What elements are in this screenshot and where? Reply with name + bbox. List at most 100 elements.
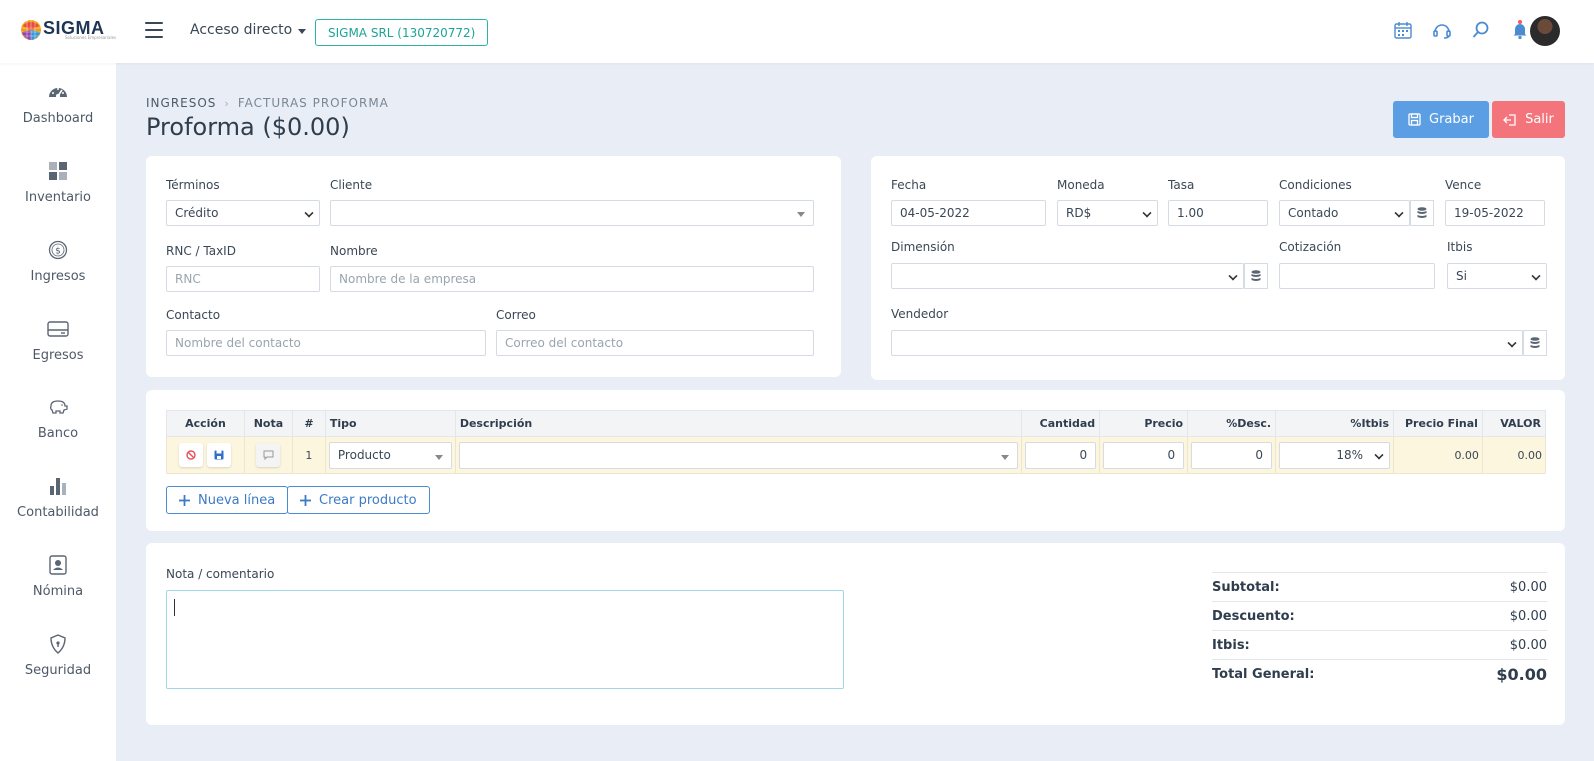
cantidad-input[interactable]: 0 [1025,441,1097,469]
contacto-input[interactable]: Nombre del contacto [166,330,486,356]
shield-icon [47,633,69,655]
moneda-select[interactable]: RD$ [1057,200,1158,226]
vendedor-select[interactable] [891,330,1523,356]
sidebar-item-contabilidad[interactable]: Contabilidad [0,475,116,520]
descuento-input[interactable]: 0 [1191,441,1273,469]
totals-panel: Subtotal: $0.00 Descuento: $0.00 Itbis: … [1212,572,1547,689]
id-badge-icon [47,554,69,576]
sidebar-item-label: Dashboard [22,111,94,126]
dimension-select[interactable] [891,263,1244,289]
table-header-row: Acción Nota # Tipo Descripción Cantidad … [166,410,1547,437]
sidebar-item-inventario[interactable]: Inventario [0,160,116,205]
descripcion-cell [454,436,1023,474]
sidebar: Dashboard Inventario $ Ingresos Egresos … [0,63,116,761]
column-header: VALOR [1481,410,1547,437]
exit-button[interactable]: Salir [1492,101,1565,138]
database-icon [1417,207,1427,218]
sidebar-item-seguridad[interactable]: Seguridad [0,633,116,678]
plus-icon [179,494,190,506]
cliente-select[interactable] [330,200,814,226]
chevron-down-icon [1507,338,1517,348]
calendar-icon[interactable] [1393,20,1413,40]
contacto-label: Contacto [166,308,221,322]
plus-icon [300,494,311,506]
condiciones-select[interactable]: Contado [1279,200,1410,226]
column-header: Acción [166,410,245,437]
column-header: Precio [1099,410,1189,437]
caret-down-icon [434,454,443,460]
headset-icon[interactable] [1432,20,1452,40]
note-textarea[interactable] [166,590,844,689]
new-line-button[interactable]: Nueva línea [166,486,289,514]
floppy-disk-icon [1408,113,1421,126]
action-cell [166,436,245,474]
itbis-cell: 18% [1275,436,1394,474]
delete-line-button[interactable] [179,443,204,467]
cantidad-cell: 0 [1021,436,1101,474]
line-note-button[interactable] [256,443,281,467]
total-row: Total General: $0.00 [1212,659,1547,689]
vence-input[interactable]: 19-05-2022 [1445,200,1545,226]
subtotal-row: Subtotal: $0.00 [1212,572,1547,601]
menu-toggle-icon[interactable] [145,22,163,38]
piggy-bank-icon [47,396,69,418]
correo-label: Correo [496,308,536,322]
sidebar-item-banco[interactable]: Banco [0,396,116,441]
save-line-button[interactable] [207,443,232,467]
itbis-select[interactable]: Si [1447,263,1547,289]
itbis-label: Itbis [1447,240,1473,254]
user-avatar[interactable] [1530,16,1560,46]
moneda-value: RD$ [1066,206,1092,220]
card-icon [47,318,69,340]
sign-out-icon [1503,113,1516,126]
terminos-label: Términos [166,178,220,192]
sidebar-item-label: Seguridad [24,663,92,678]
precio-input[interactable]: 0 [1103,441,1185,469]
rnc-label: RNC / TaxID [166,244,236,258]
sidebar-item-label: Egresos [32,348,84,363]
vendedor-database-button[interactable] [1523,330,1547,356]
itbis-line-select[interactable]: 18% [1279,441,1390,469]
logo[interactable]: SIGMA Soluciones Empresariales [20,14,116,44]
create-product-button[interactable]: Crear producto [287,486,430,514]
chevron-down-icon [1531,271,1541,281]
search-icon[interactable] [1471,20,1491,40]
sidebar-item-egresos[interactable]: Egresos [0,318,116,363]
terminos-select[interactable]: Crédito [166,200,320,226]
tipo-select[interactable]: Producto [328,441,452,469]
tasa-input[interactable]: 1.00 [1168,200,1268,226]
descuento-total-label: Descuento: [1212,608,1295,624]
breadcrumb: INGRESOS › FACTURAS PROFORMA [146,96,389,110]
new-line-label: Nueva línea [198,492,276,508]
bar-chart-icon [47,475,69,497]
sidebar-item-dashboard[interactable]: Dashboard [0,81,116,126]
sidebar-item-label: Ingresos [30,269,86,284]
sidebar-item-label: Banco [37,426,79,441]
quick-access-dropdown[interactable]: Acceso directo [190,22,307,38]
cotizacion-input[interactable] [1279,263,1435,289]
rnc-input[interactable]: RNC [166,266,320,292]
breadcrumb-section[interactable]: INGRESOS [146,96,216,110]
fecha-input[interactable]: 04-05-2022 [891,200,1046,226]
caret-down-icon [1001,454,1010,460]
nombre-label: Nombre [330,244,378,258]
notification-bell-icon[interactable] [1510,20,1530,40]
sidebar-item-ingresos[interactable]: $ Ingresos [0,239,116,284]
condiciones-database-button[interactable] [1410,200,1434,226]
itbis-row: Itbis: $0.00 [1212,630,1547,659]
note-cell [243,436,293,474]
grid-icon [47,160,69,182]
nombre-input[interactable]: Nombre de la empresa [330,266,814,292]
chevron-down-icon [304,208,314,218]
logo-subtitle: Soluciones Empresariales [65,34,117,40]
quick-access-label: Acceso directo [190,22,293,38]
dimension-database-button[interactable] [1244,263,1268,289]
company-selector[interactable]: SIGMA SRL (130720772) [315,19,489,46]
create-product-label: Crear producto [319,492,417,508]
terminos-value: Crédito [175,206,219,220]
descripcion-select[interactable] [458,441,1019,469]
sidebar-item-nomina[interactable]: Nómina [0,554,116,599]
correo-input[interactable]: Correo del contacto [496,330,814,356]
vendedor-label: Vendedor [891,307,949,321]
save-button[interactable]: Grabar [1393,101,1489,138]
